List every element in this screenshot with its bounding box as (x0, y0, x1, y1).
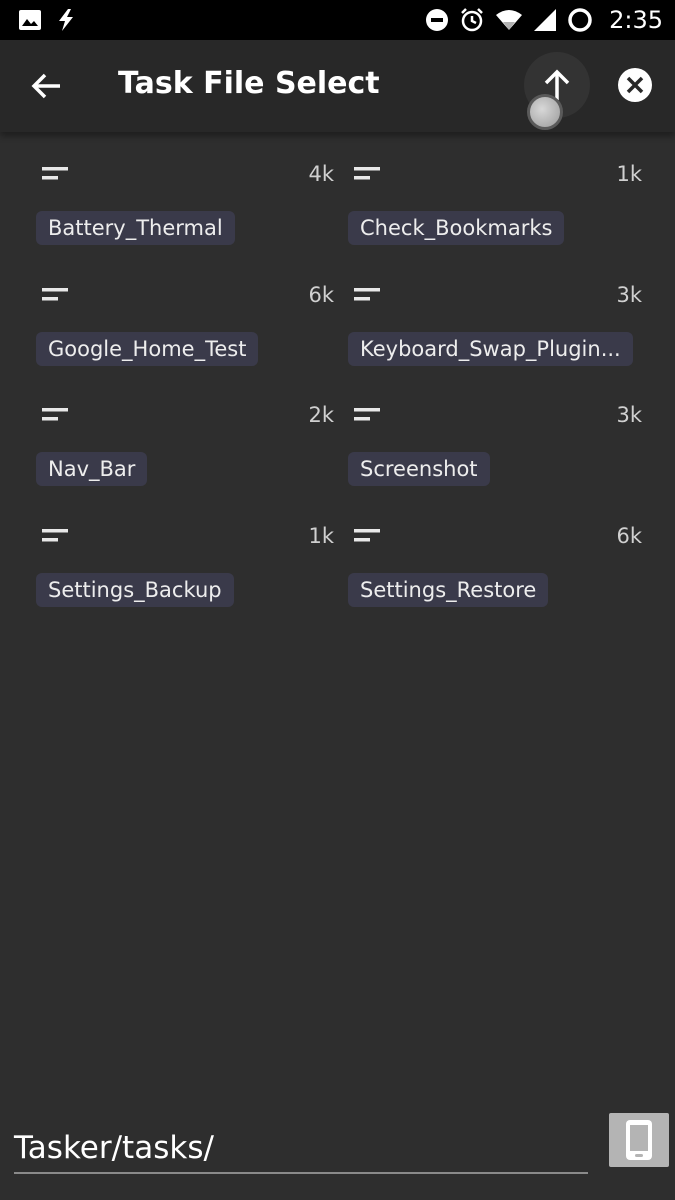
file-item[interactable]: 3k Screenshot (348, 391, 648, 512)
file-size: 3k (616, 282, 642, 307)
file-size: 6k (308, 282, 334, 307)
flash-icon (59, 9, 73, 31)
file-size: 6k (616, 523, 642, 548)
file-size: 1k (616, 162, 642, 186)
back-button[interactable] (26, 66, 66, 106)
text-file-icon (354, 167, 380, 180)
file-item[interactable]: 1k Check_Bookmarks (348, 150, 648, 271)
file-size: 2k (308, 403, 334, 427)
phone-device-icon (626, 1120, 652, 1160)
file-item[interactable]: 4k Battery_Thermal (36, 150, 348, 271)
cellular-signal-icon (534, 9, 557, 31)
file-size: 1k (308, 523, 334, 548)
text-file-icon (354, 528, 380, 541)
file-size: 4k (308, 162, 334, 186)
clock-time: 2:35 (609, 6, 663, 34)
file-name-chip[interactable]: Settings_Restore (348, 572, 549, 607)
file-grid: 4k Battery_Thermal 1k Check_Bookmarks 6k… (36, 150, 648, 632)
file-item[interactable]: 1k Settings_Backup (36, 512, 348, 633)
app-bar: Task File Select (0, 40, 675, 132)
file-size: 3k (616, 403, 642, 427)
back-arrow-icon (31, 73, 60, 99)
image-icon (19, 10, 41, 30)
sync-ring-icon (568, 8, 592, 32)
file-name-chip[interactable]: Nav_Bar (36, 452, 148, 486)
text-file-icon (42, 528, 68, 541)
wifi-icon (496, 10, 523, 30)
file-item[interactable]: 3k Keyboard_Swap_Plugin... (348, 271, 648, 392)
touch-indicator (527, 94, 563, 130)
file-name-chip[interactable]: Keyboard_Swap_Plugin... (348, 331, 633, 366)
close-circle-icon (618, 68, 652, 102)
text-file-icon (42, 167, 68, 180)
text-file-icon (42, 287, 68, 300)
file-name-chip[interactable]: Screenshot (348, 452, 490, 486)
do-not-disturb-icon (426, 9, 449, 31)
close-button[interactable] (616, 66, 654, 104)
file-item[interactable]: 6k Google_Home_Test (36, 271, 348, 392)
file-item[interactable]: 6k Settings_Restore (348, 512, 648, 633)
path-input[interactable]: Tasker/tasks/ (14, 1130, 588, 1174)
text-file-icon (354, 287, 380, 300)
text-file-icon (42, 408, 68, 421)
text-file-icon (354, 408, 380, 421)
file-name-chip[interactable]: Google_Home_Test (36, 331, 259, 366)
page-title: Task File Select (118, 66, 380, 101)
file-name-chip[interactable]: Settings_Backup (36, 572, 234, 607)
file-name-chip[interactable]: Battery_Thermal (36, 211, 235, 245)
device-storage-button[interactable] (609, 1113, 669, 1167)
status-bar: 2:35 (0, 0, 675, 40)
file-item[interactable]: 2k Nav_Bar (36, 391, 348, 512)
alarm-icon (461, 8, 483, 32)
file-name-chip[interactable]: Check_Bookmarks (348, 211, 565, 245)
